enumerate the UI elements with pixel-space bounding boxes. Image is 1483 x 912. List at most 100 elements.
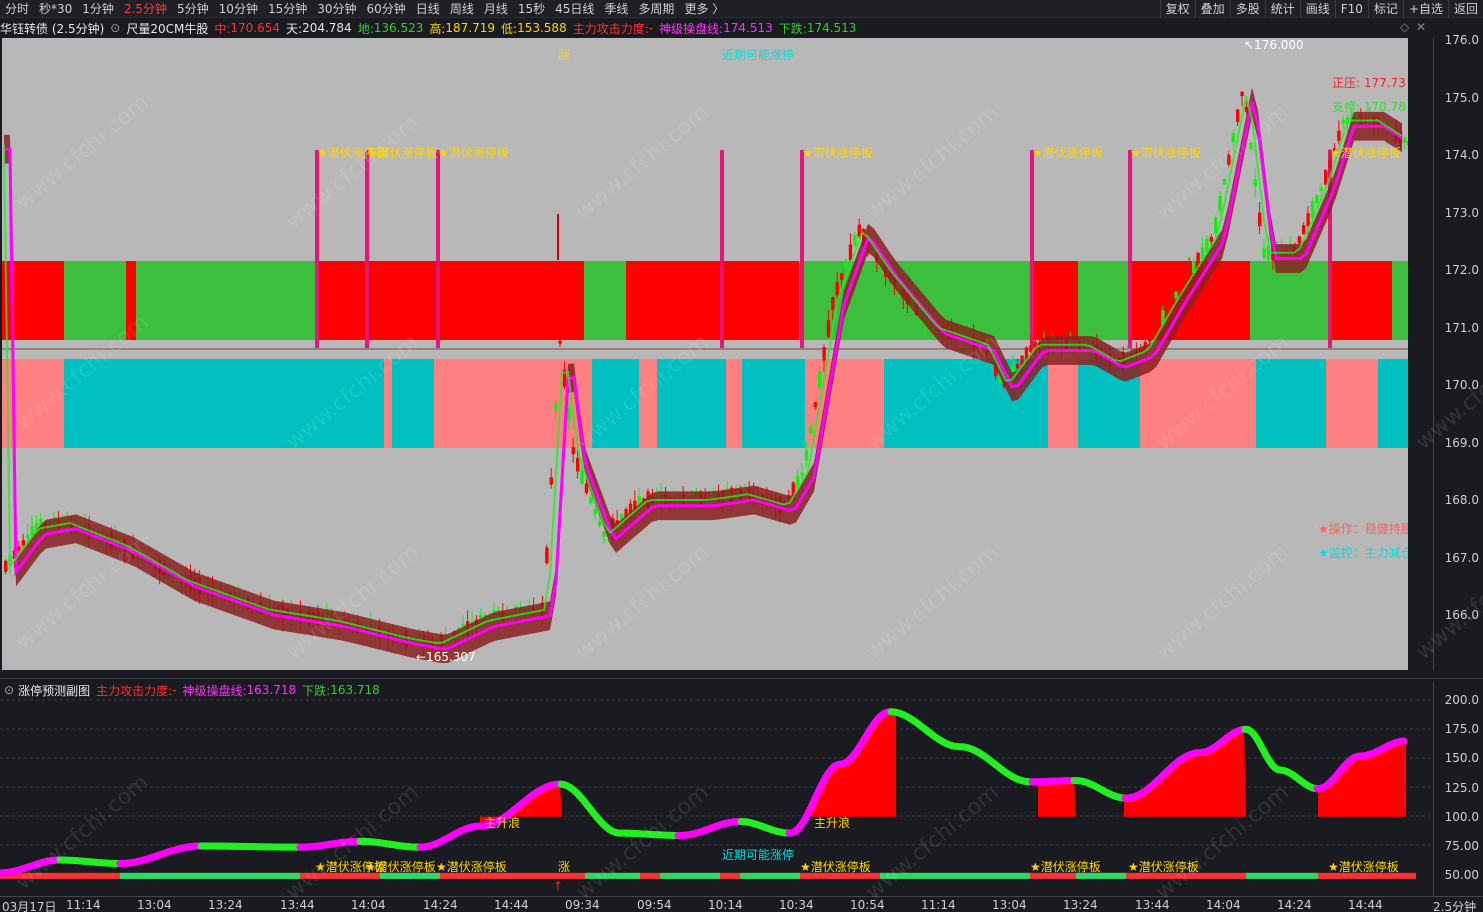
time-tick: 14:44	[494, 898, 529, 912]
trend-band-segment	[1140, 359, 1256, 448]
period-tab[interactable]: 15分钟	[263, 0, 312, 18]
main-kline-chart[interactable]: ↖176.000 ←165.307 涨近期可能涨停 ★潜伏涨停板 ★潜伏涨停板 ★潜伏涨停…	[2, 38, 1408, 670]
candle-body	[848, 244, 853, 261]
period-tab[interactable]: 秒*30	[34, 0, 77, 18]
di-label: 地:	[357, 21, 374, 36]
indicator-name[interactable]: 尺量20CM牛股	[126, 20, 208, 37]
tool-button[interactable]: 复权	[1159, 0, 1195, 18]
sub-chart-header: ⊙ 涨停预测副图 主力攻击力度: - 神级操盘线: 163.718 下跌: 163.7…	[0, 682, 1430, 698]
candle-body	[571, 447, 575, 455]
candle-body	[809, 426, 813, 434]
sub-axis-tick: 200.0	[1444, 693, 1479, 707]
period-tab[interactable]: 5分钟	[172, 0, 214, 18]
tool-button[interactable]: F10	[1334, 0, 1368, 18]
zhangting-spike	[436, 150, 440, 348]
period-tab[interactable]: 10分钟	[214, 0, 263, 18]
signal-band-segment	[126, 261, 136, 340]
collapse-sub-icon[interactable]: ⊙	[4, 683, 14, 697]
sub-force-value: -	[172, 683, 177, 697]
zhangting-spike	[800, 150, 804, 348]
time-tick: 14:24	[423, 898, 458, 912]
sub-axis-tick: 50.00	[1444, 868, 1479, 883]
tool-button[interactable]: 多股	[1229, 0, 1265, 18]
trend-band-segment	[392, 359, 434, 448]
sub-qianfu-label: ★潜伏涨停板	[800, 860, 871, 874]
price-tick: 173.0	[1444, 205, 1479, 220]
time-tick: 03月17日	[2, 900, 57, 912]
candle-body	[1148, 338, 1152, 342]
candle-body	[1214, 217, 1218, 234]
price-tick: 166.0	[1444, 608, 1479, 622]
collapse-icon[interactable]: ◇	[1400, 20, 1409, 34]
candle-body	[853, 234, 857, 246]
signal-band-segment	[136, 261, 317, 340]
period-tab[interactable]: 周线	[445, 0, 479, 18]
sub-near-label: 近期可能涨停	[722, 848, 795, 862]
signal-band-segment	[744, 261, 799, 340]
period-tab[interactable]: 60分钟	[362, 0, 411, 18]
security-title[interactable]: 华钰转债 (2.5分钟)	[0, 20, 104, 37]
time-tick: 13:04	[992, 898, 1027, 912]
indicator-info-bar: 华钰转债 (2.5分钟) ⊙ 尺量20CM牛股 中: 170.654 天: 204.…	[0, 18, 1430, 38]
candle-body	[1016, 364, 1020, 369]
signal-band-segment	[1330, 261, 1392, 340]
down-label: 下跌:	[778, 21, 807, 36]
period-tab[interactable]: 月线	[479, 0, 513, 18]
period-tab[interactable]: 季线	[599, 0, 633, 18]
candle-body	[800, 472, 804, 476]
force-value: -	[648, 21, 654, 35]
tool-button[interactable]: 返回	[1447, 0, 1483, 18]
near-limit-label: 近期可能涨停	[722, 48, 795, 62]
tool-button[interactable]: 统计	[1264, 0, 1300, 18]
sub-chart-title[interactable]: 涨停预测副图	[18, 682, 90, 699]
sub-indicator-chart[interactable]: 主升浪 主升浪 ★潜伏涨停板 ★潜伏涨停板 ★潜伏涨停板 ★潜伏涨停板 ★潜伏涨停板 ★潜伏涨…	[0, 698, 1430, 896]
candle-body	[558, 340, 562, 344]
signal-band-segment	[64, 261, 126, 340]
support-label: 支撑: 170.78	[1332, 100, 1406, 114]
line-value: 174.513	[723, 21, 773, 35]
pane-divider[interactable]	[0, 678, 1483, 679]
period-tab[interactable]: 1分钟	[77, 0, 119, 18]
period-tab[interactable]: 更多 〉	[679, 0, 729, 18]
period-tab[interactable]: 2.5分钟	[119, 0, 172, 18]
tool-button[interactable]: 画线	[1299, 0, 1335, 18]
candle-body	[1306, 213, 1310, 227]
gao-label: 高:	[429, 21, 446, 36]
line-label: 神级操盘线:	[659, 21, 724, 36]
zhangting-spike	[720, 150, 724, 348]
sub-down-label: 下跌:	[302, 683, 331, 698]
sub-red-area	[1124, 729, 1246, 817]
period-tab[interactable]: 日线	[411, 0, 445, 18]
time-tick: 14:04	[351, 898, 386, 912]
tool-button[interactable]: 标记	[1367, 0, 1403, 18]
tool-button[interactable]: +自选	[1402, 0, 1448, 18]
sub-line-value: 163.718	[246, 683, 297, 697]
candle-body	[835, 282, 839, 296]
signal-band-segment	[1078, 261, 1130, 340]
trend-band-segment	[1326, 359, 1378, 448]
candle-body	[598, 521, 602, 526]
price-tick: 167.0	[1444, 550, 1479, 565]
zhangting-spike	[315, 150, 319, 348]
close-icon[interactable]: ✕	[1416, 20, 1426, 34]
low-price-label: ←165.307	[416, 650, 476, 664]
sub-bottom-green	[1246, 872, 1318, 879]
period-tab[interactable]: 分时	[0, 0, 34, 18]
candle-body	[1231, 133, 1235, 143]
candle-body	[567, 408, 571, 422]
candle-body	[545, 547, 549, 564]
candle-body	[840, 273, 844, 280]
candle-body	[1174, 291, 1178, 298]
period-tab[interactable]: 30分钟	[312, 0, 361, 18]
period-tab[interactable]: 多周期	[633, 0, 679, 18]
settings-icon[interactable]: ⊙	[110, 21, 120, 35]
price-tick: 176.0	[1444, 33, 1479, 47]
qianfu-label: ★潜伏涨停板	[1130, 146, 1201, 160]
price-tick: 174.0	[1444, 148, 1479, 162]
sub-axis-tick: 100.0	[1444, 809, 1479, 824]
signal-band-segment	[626, 261, 696, 340]
period-tab[interactable]: 45日线	[550, 0, 599, 18]
period-tab[interactable]: 15秒	[513, 0, 550, 18]
tool-button[interactable]: 叠加	[1194, 0, 1230, 18]
sub-force-label: 主力攻击力度:	[96, 683, 173, 698]
